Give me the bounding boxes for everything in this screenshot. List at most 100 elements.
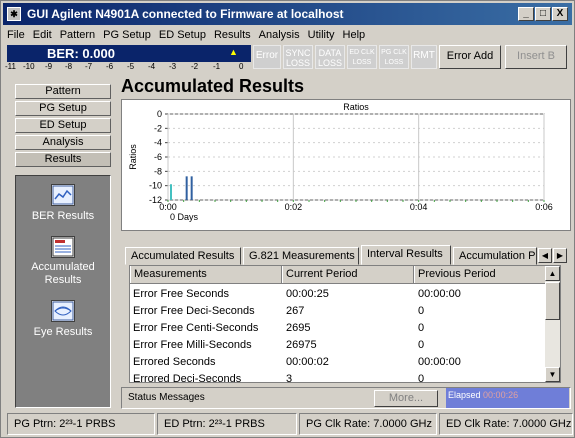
menu-utility[interactable]: Utility [304, 27, 339, 41]
cell-previous: 0 [418, 339, 425, 351]
ber-results-icon[interactable] [51, 184, 75, 206]
menu-bar: File Edit Pattern PG Setup ED Setup Results An… [3, 27, 572, 44]
menu-ed-setup[interactable]: ED Setup [155, 27, 210, 41]
pg-clk-loss-indicator: PG CLK LOSS [379, 45, 409, 69]
x-tick-label: 0:02 [285, 202, 303, 212]
tab-accumulation-period[interactable]: Accumulation P [453, 247, 537, 265]
ber-scale-tick: -9 [45, 62, 53, 71]
y-axis-label: Ratios [128, 144, 138, 170]
window-title: GUI Agilent N4901A connected to Firmware… [27, 7, 344, 21]
table-row: Errored Deci-Seconds 3 0 [130, 371, 546, 383]
ber-level-marker-icon: ▲ [229, 47, 238, 57]
ed-clk-loss-line2: LOSS [352, 59, 372, 66]
ber-scale-tick: -4 [148, 62, 156, 71]
tab-scroll-right-icon[interactable]: ▶ [553, 248, 567, 263]
results-tabs: Accumulated Results G.821 Measurements I… [125, 245, 569, 265]
side-navigation: Pattern PG Setup ED Setup Analysis Resul… [7, 80, 115, 410]
x-tick-label: 0:06 [535, 202, 553, 212]
cell-measurement: Errored Deci-Seconds [133, 373, 242, 383]
menu-edit[interactable]: Edit [29, 27, 56, 41]
ratios-chart-svg: Ratios0-2-4-6-8-10-120:00 0:02 0:04 0:06Rat… [128, 102, 553, 222]
nav-analysis-button[interactable]: Analysis [15, 135, 111, 150]
ber-scale-tick: 0 [239, 62, 244, 71]
results-panel: BER Results Accumulated Results Eye Resu… [15, 175, 111, 408]
eye-results-label[interactable]: Eye Results [16, 326, 110, 338]
title-bar[interactable]: ✱ GUI Agilent N4901A connected to Firmwa… [3, 3, 572, 25]
nav-results-button[interactable]: Results [15, 152, 111, 167]
ber-value: BER: 0.000 [47, 46, 115, 61]
rmt-indicator: RMT [411, 45, 437, 69]
cell-previous: 0 [418, 305, 425, 317]
cell-current: 3 [286, 373, 293, 383]
ber-scale-tick: -7 [85, 62, 93, 71]
menu-analysis[interactable]: Analysis [255, 27, 304, 41]
table-row: Errored Seconds 00:00:02 00:00:00 [130, 354, 546, 370]
tab-scroll-left-icon[interactable]: ◀ [538, 248, 552, 263]
pg-pattern-status: PG Ptrn: 2²³-1 PRBS [7, 413, 155, 435]
y-tick-label: 0 [157, 109, 162, 119]
ber-scale-tick: -6 [106, 62, 114, 71]
scroll-thumb[interactable] [545, 282, 560, 320]
chart-bar [185, 176, 188, 200]
ber-results-label[interactable]: BER Results [16, 210, 110, 222]
column-header-previous-period[interactable]: Previous Period [414, 266, 546, 283]
ed-clk-loss-indicator: ED CLK LOSS [347, 45, 377, 69]
application-window: ✱ GUI Agilent N4901A connected to Firmwa… [0, 0, 575, 438]
tab-interval-results[interactable]: Interval Results [361, 245, 451, 265]
ed-clock-rate-status: ED Clk Rate: 7.0000 GHz [439, 413, 573, 435]
eye-results-icon[interactable] [51, 300, 75, 322]
table-row: Error Free Centi-Seconds 2695 0 [130, 320, 546, 336]
sync-loss-line1: SYNC [285, 48, 311, 58]
y-tick-label: -6 [154, 152, 162, 162]
insert-b-button[interactable]: Insert B [505, 45, 567, 69]
data-loss-line2: LOSS [317, 58, 342, 68]
elapsed-time: Elapsed 00:00:26 [446, 388, 569, 408]
cell-measurement: Errored Seconds [133, 356, 216, 368]
error-add-button[interactable]: Error Add [439, 45, 501, 69]
cell-measurement: Error Free Centi-Seconds [133, 322, 259, 334]
ber-display: BER: 0.000 ▲ [7, 45, 251, 62]
scroll-down-icon[interactable]: ▼ [545, 367, 560, 382]
cell-previous: 00:00:00 [418, 288, 461, 300]
accumulated-results-label[interactable]: Accumulated Results [16, 261, 110, 287]
menu-pg-setup[interactable]: PG Setup [99, 27, 155, 41]
y-tick-label: -2 [154, 123, 162, 133]
x-tick-label: 0:04 [410, 202, 428, 212]
column-header-current-period[interactable]: Current Period [282, 266, 414, 283]
ber-scale-tick: -3 [169, 62, 177, 71]
cell-measurement: Error Free Deci-Seconds [133, 305, 255, 317]
y-tick-label: -10 [149, 181, 162, 191]
more-button[interactable]: More... [374, 390, 438, 407]
nav-pg-setup-button[interactable]: PG Setup [15, 101, 111, 116]
maximize-button[interactable]: □ [535, 7, 551, 21]
ber-scale-tick: -1 [213, 62, 221, 71]
cell-previous: 0 [418, 373, 425, 383]
sync-loss-indicator: SYNC LOSS [283, 45, 313, 69]
pg-clk-loss-line2: LOSS [384, 59, 404, 66]
ber-scale-tick: -10 [23, 62, 35, 71]
cell-current: 267 [286, 305, 305, 317]
scroll-up-icon[interactable]: ▲ [545, 266, 560, 281]
cell-measurement: Error Free Seconds [133, 288, 229, 300]
chart-bar [170, 184, 172, 200]
column-header-measurements[interactable]: Measurements [130, 266, 282, 283]
ber-scale-tick: -5 [127, 62, 135, 71]
menu-pattern[interactable]: Pattern [56, 27, 99, 41]
table-scrollbar[interactable]: ▲ ▼ [545, 266, 560, 382]
tab-accumulated-results[interactable]: Accumulated Results [125, 247, 241, 265]
data-loss-line1: DATA [318, 48, 342, 58]
accumulated-results-icon[interactable] [51, 236, 75, 258]
close-button[interactable]: X [552, 7, 568, 21]
cell-current: 26975 [286, 339, 317, 351]
tab-g821-measurements[interactable]: G.821 Measurements [243, 247, 359, 265]
cell-current: 2695 [286, 322, 311, 334]
nav-ed-setup-button[interactable]: ED Setup [15, 118, 111, 133]
elapsed-value: 00:00:26 [483, 390, 519, 400]
menu-file[interactable]: File [3, 27, 29, 41]
chart-title: Ratios [343, 102, 369, 112]
menu-results[interactable]: Results [210, 27, 255, 41]
menu-help[interactable]: Help [339, 27, 370, 41]
minimize-button[interactable]: _ [518, 7, 534, 21]
table-header: Measurements Current Period Previous Per… [130, 266, 546, 284]
nav-pattern-button[interactable]: Pattern [15, 84, 111, 99]
